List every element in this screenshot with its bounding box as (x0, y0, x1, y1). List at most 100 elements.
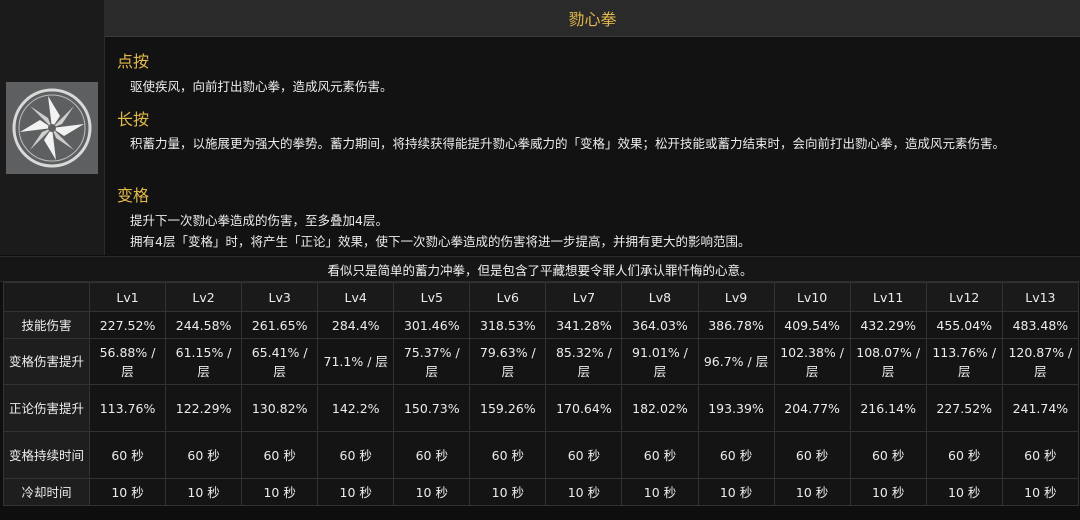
section-text-declension-1: 提升下一次勠心拳造成的伤害，至多叠加4层。 (130, 213, 388, 228)
table-cell: 10 秒 (773, 478, 851, 506)
skill-title: 勠心拳 (105, 0, 1080, 37)
table-cell: 227.52% (925, 384, 1003, 432)
table-cell: 284.4% (317, 311, 395, 339)
skill-flavor-text: 看似只是简单的蓄力冲拳，但是包含了平藏想要令罪人们承认罪忏悔的心意。 (0, 256, 1080, 282)
table-cell: 10 秒 (697, 478, 775, 506)
row-label: 变格持续时间 (3, 431, 90, 479)
table-cell: 10 秒 (241, 478, 319, 506)
header-level: Lv9 (697, 282, 775, 312)
table-cell: 10 秒 (469, 478, 547, 506)
table-cell: 120.87% / 层 (1001, 338, 1080, 385)
table-cell: 241.74% (1001, 384, 1080, 432)
table-cell: 193.39% (697, 384, 775, 432)
header-level: Lv5 (393, 282, 471, 312)
header-level: Lv12 (925, 282, 1003, 312)
table-cell: 10 秒 (317, 478, 395, 506)
table-cell: 113.76% / 层 (925, 338, 1003, 385)
section-text-declension-2: 拥有4层「变格」时，将产生「正论」效果，使下一次勠心拳造成的伤害将进一步提高，并… (130, 234, 751, 249)
skill-icon-frame (6, 81, 98, 174)
table-cell: 75.37% / 层 (393, 338, 471, 385)
table-cell: 10 秒 (621, 478, 699, 506)
table-cell: 10 秒 (925, 478, 1003, 506)
table-cell: 130.82% (241, 384, 319, 432)
header-level: Lv1 (88, 282, 167, 312)
header-corner (3, 282, 90, 312)
wind-pinwheel-icon (12, 88, 92, 167)
header-level: Lv10 (773, 282, 851, 312)
table-cell: 182.02% (621, 384, 699, 432)
table-cell: 10 秒 (545, 478, 623, 506)
table-cell: 96.7% / 层 (697, 338, 775, 385)
table-cell: 60 秒 (393, 431, 471, 479)
header-level: Lv7 (545, 282, 623, 312)
header-level: Lv6 (469, 282, 547, 312)
section-heading-tap: 点按 (117, 52, 150, 71)
table-cell: 455.04% (925, 311, 1003, 339)
table-cell: 108.07% / 层 (849, 338, 927, 385)
table-cell: 60 秒 (925, 431, 1003, 479)
table-cell: 227.52% (88, 311, 167, 339)
table-cell: 122.29% (165, 384, 243, 432)
section-heading-hold: 长按 (117, 110, 150, 129)
table-cell: 318.53% (469, 311, 547, 339)
table-cell: 60 秒 (317, 431, 395, 479)
table-cell: 60 秒 (849, 431, 927, 479)
header-level: Lv3 (241, 282, 319, 312)
table-cell: 60 秒 (773, 431, 851, 479)
table-cell: 60 秒 (621, 431, 699, 479)
section-text-hold: 积蓄力量，以施展更为强大的拳势。蓄力期间，将持续获得能提升勠心拳威力的「变格」效… (130, 136, 1006, 151)
table-cell: 159.26% (469, 384, 547, 432)
table-row: 变格持续时间 60 秒 60 秒 60 秒 60 秒 60 秒 60 秒 60 … (3, 431, 1080, 479)
table-cell: 79.63% / 层 (469, 338, 547, 385)
header-level: Lv13 (1001, 282, 1080, 312)
table-cell: 61.15% / 层 (165, 338, 243, 385)
table-cell: 65.41% / 层 (241, 338, 319, 385)
table-cell: 85.32% / 层 (545, 338, 623, 385)
table-cell: 170.64% (545, 384, 623, 432)
row-label: 冷却时间 (3, 478, 90, 506)
skill-panel: 勠心拳 点按 驱使疾风，向前打出勠心拳，造成风元素伤害。 长按 积蓄力量，以施展… (0, 0, 1080, 520)
table-cell: 10 秒 (88, 478, 167, 506)
table-cell: 386.78% (697, 311, 775, 339)
table-cell: 483.48% (1001, 311, 1080, 339)
table-cell: 60 秒 (1001, 431, 1080, 479)
table-cell: 10 秒 (165, 478, 243, 506)
table-cell: 261.65% (241, 311, 319, 339)
table-cell: 60 秒 (88, 431, 167, 479)
table-cell: 60 秒 (545, 431, 623, 479)
table-cell: 10 秒 (393, 478, 471, 506)
header-level: Lv4 (317, 282, 395, 312)
table-cell: 409.54% (773, 311, 851, 339)
table-cell: 60 秒 (697, 431, 775, 479)
table-cell: 60 秒 (165, 431, 243, 479)
table-cell: 113.76% (88, 384, 167, 432)
table-header-row: Lv1 Lv2 Lv3 Lv4 Lv5 Lv6 Lv7 Lv8 Lv9 Lv10… (3, 282, 1080, 312)
table-cell: 10 秒 (1001, 478, 1080, 506)
table-cell: 56.88% / 层 (88, 338, 167, 385)
skill-scaling-table: Lv1 Lv2 Lv3 Lv4 Lv5 Lv6 Lv7 Lv8 Lv9 Lv10… (3, 282, 1080, 506)
table-cell: 204.77% (773, 384, 851, 432)
section-text-tap: 驱使疾风，向前打出勠心拳，造成风元素伤害。 (130, 79, 393, 94)
table-row: 正论伤害提升 113.76% 122.29% 130.82% 142.2% 15… (3, 384, 1080, 432)
table-cell: 60 秒 (469, 431, 547, 479)
table-row: 冷却时间 10 秒 10 秒 10 秒 10 秒 10 秒 10 秒 10 秒 … (3, 478, 1080, 506)
table-cell: 216.14% (849, 384, 927, 432)
header-level: Lv11 (849, 282, 927, 312)
table-row: 技能伤害 227.52% 244.58% 261.65% 284.4% 301.… (3, 311, 1080, 339)
table-cell: 71.1% / 层 (317, 338, 395, 385)
table-cell: 91.01% / 层 (621, 338, 699, 385)
table-cell: 142.2% (317, 384, 395, 432)
row-label: 变格伤害提升 (3, 338, 90, 385)
table-cell: 102.38% / 层 (773, 338, 851, 385)
table-cell: 341.28% (545, 311, 623, 339)
table-cell: 10 秒 (849, 478, 927, 506)
row-label: 技能伤害 (3, 311, 90, 339)
section-heading-declension: 变格 (117, 186, 150, 205)
header-level: Lv2 (165, 282, 243, 312)
table-cell: 301.46% (393, 311, 471, 339)
header-level: Lv8 (621, 282, 699, 312)
table-cell: 244.58% (165, 311, 243, 339)
table-row: 变格伤害提升 56.88% / 层 61.15% / 层 65.41% / 层 … (3, 338, 1080, 385)
table-cell: 432.29% (849, 311, 927, 339)
row-label: 正论伤害提升 (3, 384, 90, 432)
